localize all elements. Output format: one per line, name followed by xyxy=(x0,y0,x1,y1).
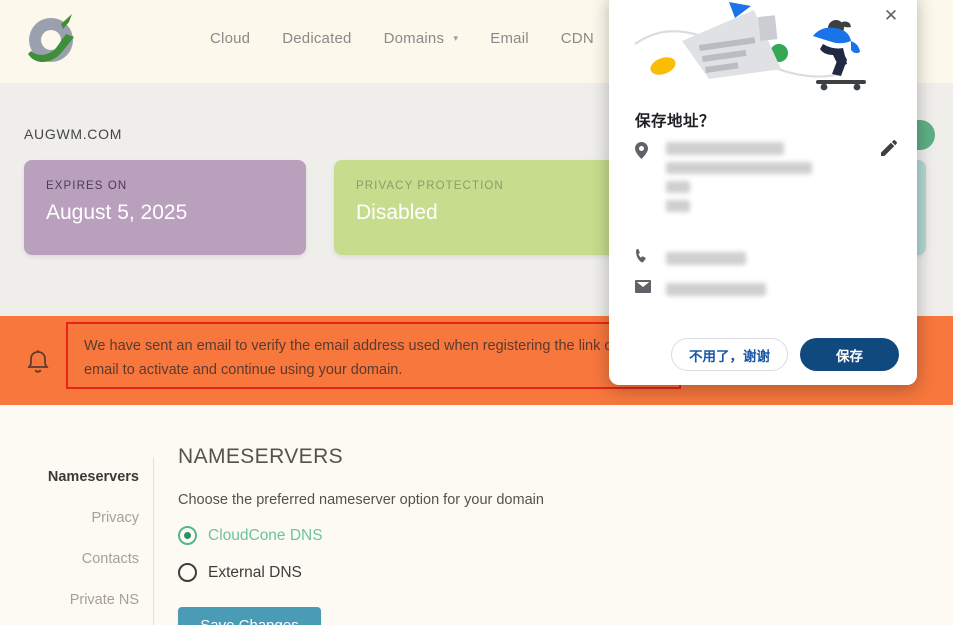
radio-label: CloudCone DNS xyxy=(208,526,323,544)
sidebar-item-label: Private NS xyxy=(69,592,139,608)
nav-label: Dedicated xyxy=(282,30,352,47)
cloudcone-logo-icon[interactable] xyxy=(22,10,84,72)
page-root: Cloud Dedicated Domains ▾ Email CDN AUGW… xyxy=(0,0,953,625)
nav-label: Cloud xyxy=(210,30,251,47)
save-changes-button[interactable]: Save Changes xyxy=(178,607,321,625)
chevron-down-icon: ▾ xyxy=(453,33,459,43)
card-value: August 5, 2025 xyxy=(46,201,188,224)
radio-label: External DNS xyxy=(208,563,302,581)
email-row xyxy=(635,280,766,298)
nameservers-panel: NAMESERVERS Choose the preferred nameser… xyxy=(178,445,544,625)
phone-value-redacted xyxy=(666,251,746,265)
radio-option-external-dns[interactable]: External DNS xyxy=(178,563,544,582)
radio-option-cloudcone-dns[interactable]: CloudCone DNS xyxy=(178,526,544,545)
card-label: EXPIRES ON xyxy=(46,180,128,192)
nav-item-email[interactable]: Email xyxy=(490,30,529,47)
phone-row xyxy=(635,248,746,268)
card-expires-on: EXPIRES ON August 5, 2025 xyxy=(24,160,306,255)
nav-item-cdn[interactable]: CDN xyxy=(561,30,594,47)
bubble-actions: 不用了，谢谢 保存 xyxy=(609,338,917,371)
bell-icon xyxy=(26,349,50,380)
section-title: NAMESERVERS xyxy=(178,445,344,468)
email-icon xyxy=(635,280,652,298)
sidebar-item-private-ns[interactable]: Private NS xyxy=(24,580,139,621)
pencil-icon[interactable] xyxy=(881,140,897,161)
phone-icon xyxy=(635,248,652,268)
address-row xyxy=(635,142,812,212)
radio-indicator-unselected[interactable] xyxy=(178,563,197,582)
section-subtitle: Choose the preferred nameserver option f… xyxy=(178,492,544,508)
nav-item-cloud[interactable]: Cloud xyxy=(210,30,250,47)
card-privacy-protection: PRIVACY PROTECTION Disabled xyxy=(334,160,616,255)
sidebar-item-label: Contacts xyxy=(81,551,139,567)
email-value-redacted xyxy=(666,282,766,296)
sidebar-item-nameservers[interactable]: Nameservers xyxy=(24,457,139,498)
close-icon[interactable]: ✕ xyxy=(879,4,903,28)
bubble-title: 保存地址？ xyxy=(635,113,716,130)
nav-label: Email xyxy=(490,30,529,47)
address-value-redacted xyxy=(666,142,812,212)
sidebar-item-label: Privacy xyxy=(91,510,139,526)
banner-highlight-box xyxy=(66,322,681,389)
sidebar-item-transfer[interactable]: Transfer xyxy=(24,621,139,625)
card-label: PRIVACY PROTECTION xyxy=(356,180,504,192)
card-value: Disabled xyxy=(356,201,438,224)
nav-label: CDN xyxy=(560,30,594,47)
main-nav: Cloud Dedicated Domains ▾ Email CDN xyxy=(210,30,594,47)
domain-sidebar: Nameservers Privacy Contacts Private NS … xyxy=(24,457,154,625)
sidebar-item-contacts[interactable]: Contacts xyxy=(24,539,139,580)
radio-indicator-selected[interactable] xyxy=(178,526,197,545)
save-address-bubble: ✕ 保存地址？ 不用了，谢谢 保存 xyxy=(609,0,917,385)
nameservers-section: Nameservers Privacy Contacts Private NS … xyxy=(0,405,953,625)
save-address-button[interactable]: 保存 xyxy=(800,338,899,371)
nav-item-domains[interactable]: Domains ▾ xyxy=(384,30,459,47)
sidebar-item-privacy[interactable]: Privacy xyxy=(24,498,139,539)
page-title: AUGWM.COM xyxy=(24,126,123,142)
mail-and-skateboarder-illustration xyxy=(627,0,867,101)
decline-save-button[interactable]: 不用了，谢谢 xyxy=(671,338,788,371)
nav-item-dedicated[interactable]: Dedicated xyxy=(282,30,351,47)
nav-label: Domains xyxy=(383,30,445,47)
location-pin-icon xyxy=(635,142,652,212)
sidebar-item-label: Nameservers xyxy=(47,469,139,485)
